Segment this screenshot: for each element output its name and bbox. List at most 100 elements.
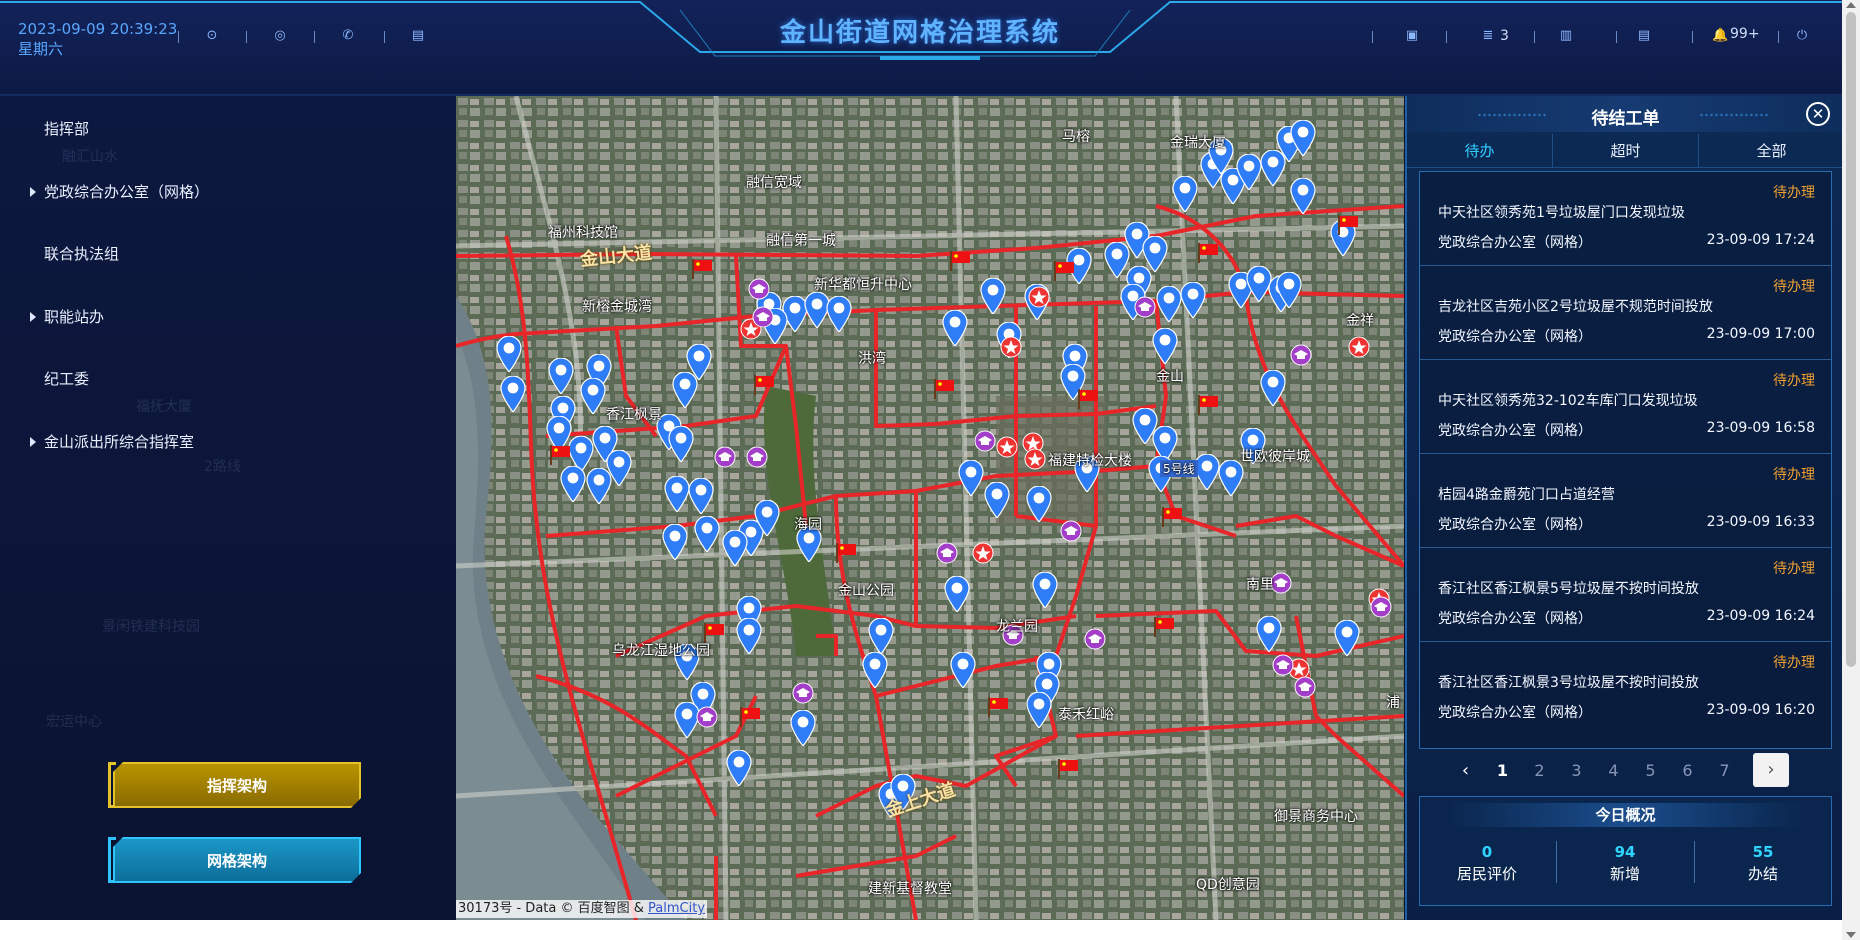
poi-label[interactable]: 乌龙江湿地公园 — [612, 640, 710, 660]
order-time: 23-09-09 16:58 — [1706, 420, 1815, 436]
poi-label[interactable]: 南里 — [1246, 574, 1274, 594]
list-item[interactable]: 待办理 中天社区领秀苑1号垃圾屋门口发现垃圾 党政综合办公室（网格） 23-09… — [1420, 172, 1831, 266]
scroll-up-icon[interactable] — [1846, 2, 1856, 8]
satellite-map[interactable]: 金山大道 金上大道 马榕 金瑞大厦 融信宽域 融信第一城 福州科技馆 新华都恒升… — [456, 96, 1404, 920]
status-badge: 待办理 — [1773, 373, 1815, 389]
book-icon[interactable]: ▤ — [410, 28, 426, 44]
poi-label[interactable]: 龙兰园 — [996, 616, 1038, 636]
pending-orders-panel: 待结工单 ✕ 待办 超时 全部 待办理 中天社区领秀苑1号垃圾屋门口发现垃圾 党… — [1405, 96, 1844, 920]
scrollbar-thumb[interactable] — [1846, 12, 1856, 667]
poi-label[interactable]: 香江枫景 — [606, 404, 662, 424]
bell-icon[interactable]: 🔔 — [1712, 28, 1728, 44]
page-number[interactable]: 4 — [1595, 761, 1632, 780]
poi-label[interactable]: 泰禾红峪 — [1058, 704, 1114, 724]
status-badge: 待办理 — [1773, 185, 1815, 201]
list-item[interactable]: 待办理 中天社区领秀苑32-102车库门口发现垃圾 党政综合办公室（网格） 23… — [1420, 360, 1831, 454]
phone-icon[interactable]: ✆ — [340, 28, 356, 44]
divider — [1778, 31, 1779, 43]
next-page-button[interactable]: › — [1753, 753, 1789, 787]
divider — [384, 31, 385, 43]
order-department: 党政综合办公室（网格） — [1438, 423, 1592, 439]
stat-value: 94 — [1614, 843, 1636, 861]
caret-right-icon[interactable] — [30, 311, 36, 322]
poi-label[interactable]: 新榕金城湾 — [582, 296, 652, 316]
order-time: 23-09-09 16:20 — [1706, 702, 1815, 718]
page-number[interactable]: 5 — [1632, 761, 1669, 780]
metro-line-label[interactable]: 5号线 — [1160, 460, 1198, 477]
page-scrollbar[interactable] — [1842, 0, 1860, 940]
divider — [314, 31, 315, 43]
tree-item-label: 党政综合办公室（网格） — [44, 183, 210, 201]
bottom-strip — [0, 920, 1842, 940]
document-icon[interactable]: ▥ — [1558, 28, 1574, 44]
poi-label[interactable]: 浦 — [1386, 692, 1400, 712]
tree-item-party-office[interactable]: 党政综合办公室（网格） — [30, 181, 209, 202]
poi-label[interactable]: 建新基督教堂 — [868, 878, 952, 898]
poi-label[interactable]: 世欧彼岸城 — [1240, 446, 1310, 466]
poi-label[interactable]: 金瑞大厦 — [1170, 132, 1226, 152]
tree-item-functional-stations[interactable]: 职能站办 — [30, 306, 104, 327]
caret-right-icon[interactable] — [30, 436, 36, 447]
tree-item-command[interactable]: 指挥部 — [30, 118, 89, 139]
tree-item-label: 联合执法组 — [44, 245, 120, 263]
command-architecture-button[interactable]: 指挥架构 — [113, 762, 361, 808]
stat-value: 55 — [1752, 843, 1774, 861]
tab-pending[interactable]: 待办 — [1407, 134, 1553, 167]
tree-item-discipline[interactable]: 纪工委 — [30, 368, 89, 389]
order-department: 党政综合办公室（网格） — [1438, 705, 1592, 721]
list-item[interactable]: 待办理 吉龙社区吉苑小区2号垃圾屋不规范时间投放 党政综合办公室（网格） 23-… — [1420, 266, 1831, 360]
order-title: 中天社区领秀苑1号垃圾屋门口发现垃圾 — [1438, 205, 1685, 221]
pagination: ‹ 1 2 3 4 5 6 7 › — [1419, 750, 1832, 790]
book-icon[interactable]: ▤ — [1636, 28, 1652, 44]
tab-all[interactable]: 全部 — [1699, 134, 1844, 167]
divider — [1372, 31, 1373, 43]
page-number[interactable]: 6 — [1669, 761, 1706, 780]
poi-label[interactable]: 海园 — [794, 514, 822, 534]
poi-label[interactable]: 御景商务中心 — [1274, 806, 1358, 826]
divider — [1534, 31, 1535, 43]
caret-right-icon[interactable] — [30, 186, 36, 197]
map-ghost-label: 宏运中心 — [46, 714, 102, 730]
tree-item-police-command[interactable]: 金山派出所综合指挥室 — [30, 431, 194, 452]
poi-label[interactable]: 福建特检大楼 — [1048, 450, 1132, 470]
poi-label[interactable]: QD创意园 — [1196, 874, 1260, 894]
order-title: 桔园4路金爵苑门口占道经营 — [1438, 487, 1615, 503]
poi-label[interactable]: 洪湾 — [858, 348, 886, 368]
poi-label[interactable]: 融信宽域 — [746, 172, 802, 192]
poi-label[interactable]: 金祥 — [1346, 310, 1374, 330]
image-icon[interactable]: ▣ — [1404, 28, 1420, 44]
grid-architecture-button[interactable]: 网格架构 — [113, 837, 361, 883]
page-number[interactable]: 7 — [1706, 761, 1743, 780]
poi-label[interactable]: 福州科技馆 — [548, 222, 618, 242]
tree-item-label: 金山派出所综合指挥室 — [44, 433, 195, 451]
poi-label[interactable]: 金山公园 — [838, 580, 894, 600]
tab-overdue[interactable]: 超时 — [1553, 134, 1699, 167]
poi-label[interactable]: 融信第一城 — [766, 230, 836, 250]
bell-count: 99+ — [1730, 26, 1760, 42]
close-icon[interactable]: ✕ — [1806, 102, 1830, 126]
stat-label: 办结 — [1747, 865, 1778, 883]
list-item[interactable]: 待办理 桔园4路金爵苑门口占道经营 党政综合办公室（网格） 23-09-09 1… — [1420, 454, 1831, 548]
tree-item-law-enforcement[interactable]: 联合执法组 — [30, 243, 119, 264]
tree-item-label: 纪工委 — [44, 370, 90, 388]
divider — [1692, 31, 1693, 43]
list-item[interactable]: 待办理 香江社区香江枫景3号垃圾屋不按时间投放 党政综合办公室（网格） 23-0… — [1420, 642, 1831, 736]
list-item[interactable]: 待办理 香江社区香江枫景5号垃圾屋不按时间投放 党政综合办公室（网格） 23-0… — [1420, 548, 1831, 642]
target-icon[interactable]: ◎ — [272, 28, 288, 44]
page-number[interactable]: 2 — [1521, 761, 1558, 780]
attribution-link[interactable]: PalmCity — [648, 901, 705, 916]
prev-page-button[interactable]: ‹ — [1447, 760, 1484, 781]
map-ghost-label: 景闲铁建科技园 — [102, 619, 200, 635]
scroll-down-icon[interactable] — [1846, 932, 1856, 938]
list-icon[interactable]: ≣ — [1480, 28, 1496, 44]
page-number[interactable]: 1 — [1484, 761, 1521, 780]
poi-label[interactable]: 马榕 — [1062, 126, 1090, 146]
poi-label[interactable]: 金山 — [1156, 366, 1184, 386]
page-number[interactable]: 3 — [1558, 761, 1595, 780]
page: 2023-09-09 20:39:23 星期六 ⊙ ◎ ✆ ▤ 金山街道网格治理… — [0, 0, 1860, 940]
divider — [178, 31, 179, 43]
power-icon[interactable]: ⏻ — [1794, 28, 1810, 44]
poi-label[interactable]: 新华都恒升中心 — [814, 274, 912, 294]
stat-label: 新增 — [1609, 865, 1640, 883]
compass-icon[interactable]: ⊙ — [204, 28, 220, 44]
